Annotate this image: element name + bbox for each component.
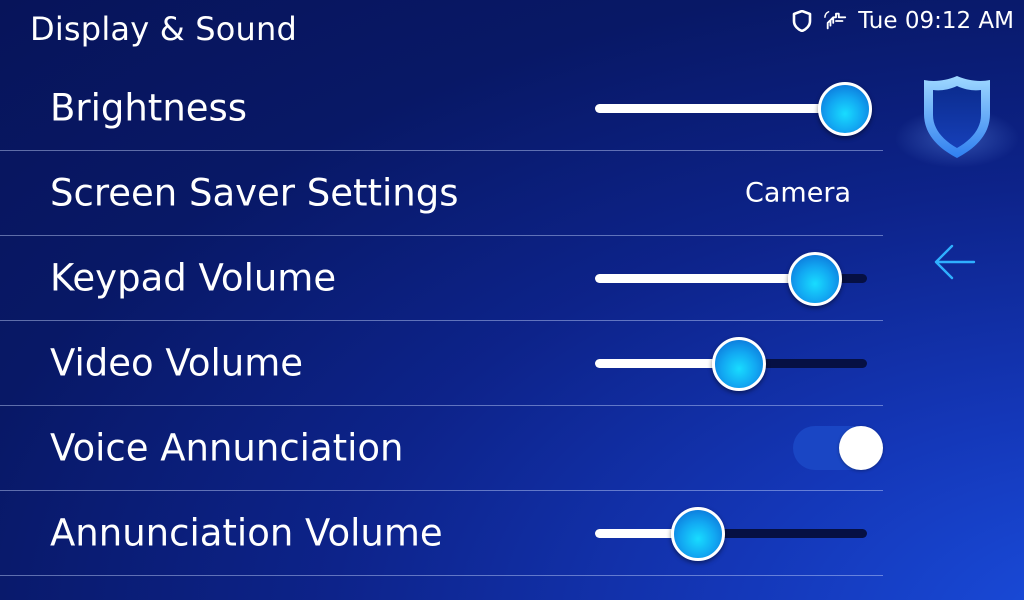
slider-knob[interactable]: [788, 251, 843, 306]
setting-row-video-volume: Video Volume: [0, 321, 883, 406]
shield-status-icon: [790, 9, 814, 33]
setting-row-keypad-volume: Keypad Volume: [0, 236, 883, 321]
back-arrow-icon: [932, 242, 976, 286]
annunciation-volume-slider[interactable]: [595, 506, 867, 561]
settings-list: Brightness Screen Saver Settings Camera …: [0, 66, 883, 576]
setting-label: Annunciation Volume: [50, 511, 443, 555]
setting-label: Screen Saver Settings: [50, 171, 459, 215]
screen-saver-value: Camera: [745, 177, 851, 209]
slider-knob[interactable]: [712, 336, 767, 391]
slider-knob[interactable]: [671, 506, 726, 561]
status-bar: Tue 09:12 AM: [790, 8, 1014, 34]
slider-knob[interactable]: [818, 81, 873, 136]
setting-row-annunciation-volume: Annunciation Volume: [0, 491, 883, 576]
voice-annunciation-toggle[interactable]: [793, 426, 883, 470]
shield-logo-icon: [894, 68, 1020, 168]
setting-row-screen-saver[interactable]: Screen Saver Settings Camera: [0, 151, 883, 236]
setting-label: Keypad Volume: [50, 256, 337, 300]
clock-text: Tue 09:12 AM: [858, 8, 1014, 34]
setting-row-voice-annunciation: Voice Annunciation: [0, 406, 883, 491]
slider-fill: [595, 104, 846, 113]
setting-label: Brightness: [50, 86, 248, 130]
brightness-slider[interactable]: [595, 81, 873, 136]
setting-row-brightness: Brightness: [0, 66, 883, 151]
hand-wave-icon: [824, 9, 848, 33]
setting-label: Video Volume: [50, 341, 304, 385]
toggle-thumb[interactable]: [839, 426, 883, 470]
keypad-volume-slider[interactable]: [595, 251, 867, 306]
setting-label: Voice Annunciation: [50, 426, 404, 470]
video-volume-slider[interactable]: [595, 336, 867, 391]
page-title: Display & Sound: [30, 10, 298, 48]
slider-fill: [595, 274, 816, 283]
back-button[interactable]: [924, 238, 984, 290]
